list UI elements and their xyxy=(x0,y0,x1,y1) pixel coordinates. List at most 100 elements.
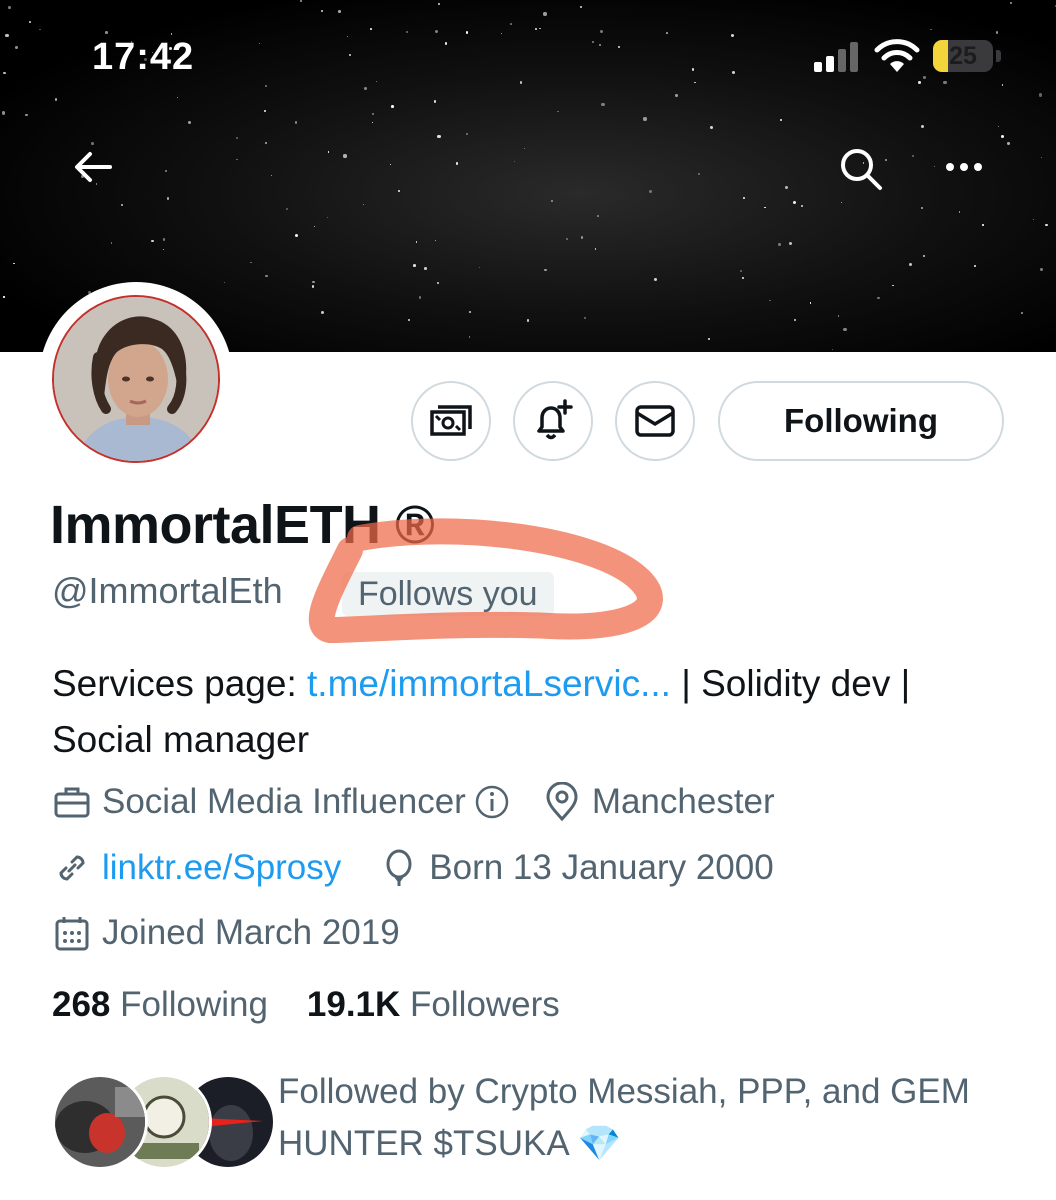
banner-star xyxy=(469,336,471,338)
category-item: Social Media Influencer xyxy=(52,782,542,822)
banner-star xyxy=(943,80,947,84)
banner-star xyxy=(801,205,804,208)
category-text: Social Media Influencer xyxy=(102,782,466,821)
banner-star xyxy=(294,233,298,237)
banner-star xyxy=(840,201,842,204)
search-button[interactable] xyxy=(838,146,884,192)
banner-star xyxy=(1009,2,1012,5)
banner-star xyxy=(544,268,547,272)
banner-star xyxy=(424,267,427,270)
banner-star xyxy=(286,208,289,210)
banner-star xyxy=(674,94,678,98)
banner-star xyxy=(764,207,766,209)
banner-star xyxy=(740,269,743,272)
banner-star xyxy=(557,110,559,113)
banner-star xyxy=(343,154,347,158)
back-button[interactable] xyxy=(72,146,114,188)
banner-star xyxy=(294,121,297,124)
banner-star xyxy=(265,275,268,278)
notifications-button[interactable] xyxy=(513,381,593,461)
envelope-icon xyxy=(635,405,675,437)
banner-star xyxy=(13,262,15,265)
banner-star xyxy=(29,21,31,24)
banner-star xyxy=(25,113,28,117)
mutual-followers-avatars[interactable] xyxy=(52,1074,276,1170)
banner-star xyxy=(163,248,165,250)
banner-star xyxy=(391,105,394,108)
message-button[interactable] xyxy=(615,381,695,461)
banner-star xyxy=(789,241,793,245)
info-icon[interactable] xyxy=(474,784,510,820)
banner-star xyxy=(885,158,888,161)
banner-star xyxy=(3,71,6,75)
banner-star xyxy=(538,27,541,30)
banner-star xyxy=(922,76,926,79)
banner-star xyxy=(581,236,584,239)
following-count-link[interactable]: 268 Following xyxy=(52,985,268,1024)
banner-star xyxy=(348,54,352,57)
banner-star xyxy=(162,238,166,241)
banner-star xyxy=(708,338,711,341)
banner-star xyxy=(121,203,124,206)
banner-star xyxy=(328,151,330,153)
website-link[interactable]: linktr.ee/Sprosy xyxy=(102,848,341,888)
banner-star xyxy=(263,109,266,112)
banner-star xyxy=(320,310,324,315)
banner-star xyxy=(249,261,252,264)
banner-star xyxy=(235,137,238,140)
banner-star xyxy=(598,43,602,46)
banner-star xyxy=(415,241,418,243)
following-button[interactable]: Following xyxy=(718,381,1004,461)
banner-star xyxy=(313,225,315,228)
banner-star xyxy=(601,102,605,106)
banner-star xyxy=(91,141,94,145)
banner-star xyxy=(534,27,537,30)
banner-star xyxy=(1033,219,1035,221)
banner-star xyxy=(437,134,441,139)
banner-star xyxy=(912,155,915,158)
banner-star xyxy=(524,147,526,149)
money-icon xyxy=(430,405,472,436)
bio-link[interactable]: t.me/immortaLservic... xyxy=(307,663,671,704)
banner-star xyxy=(793,319,797,322)
follows-you-badge: Follows you xyxy=(342,572,554,616)
banner-star xyxy=(584,316,587,319)
banner-star xyxy=(271,174,273,176)
more-options-button[interactable] xyxy=(942,154,988,180)
website-item: linktr.ee/Sprosy xyxy=(52,848,341,888)
following-count: 268 xyxy=(52,985,111,1024)
banner-star xyxy=(8,6,11,10)
search-icon xyxy=(841,149,882,190)
banner-star xyxy=(921,206,924,209)
banner-star xyxy=(837,315,839,317)
followed-by-text[interactable]: Followed by Crypto Messiah, PPP, and GEM… xyxy=(278,1066,1018,1170)
banner-star xyxy=(375,81,377,83)
banner-star xyxy=(551,200,553,203)
banner-star xyxy=(580,5,583,8)
banner-star xyxy=(110,241,113,244)
banner-star xyxy=(643,117,647,121)
profile-handle: @ImmortalEth xyxy=(52,570,283,611)
banner-star xyxy=(54,98,58,101)
banner-star xyxy=(170,33,172,35)
banner-star xyxy=(600,29,604,34)
banner-star xyxy=(1,111,6,115)
banner-star xyxy=(1038,93,1043,97)
banner-star xyxy=(995,31,999,34)
banner-star xyxy=(311,285,315,288)
banner-star xyxy=(918,80,921,84)
joined-text: Joined March 2019 xyxy=(102,913,400,952)
followers-count: 19.1K xyxy=(306,985,401,1024)
banner-star xyxy=(769,299,771,301)
profile-meta-row-1: Social Media Influencer Manchester xyxy=(52,782,775,822)
banner-star xyxy=(892,284,894,286)
banner-star xyxy=(398,190,401,193)
banner-star xyxy=(1040,156,1043,159)
banner-star xyxy=(1021,311,1024,314)
banner-star xyxy=(519,80,523,84)
profile-avatar[interactable] xyxy=(40,283,232,475)
tip-button[interactable] xyxy=(411,381,491,461)
banner-star xyxy=(371,122,373,124)
banner-star xyxy=(831,348,833,351)
followers-count-link[interactable]: 19.1K Followers xyxy=(307,985,560,1024)
